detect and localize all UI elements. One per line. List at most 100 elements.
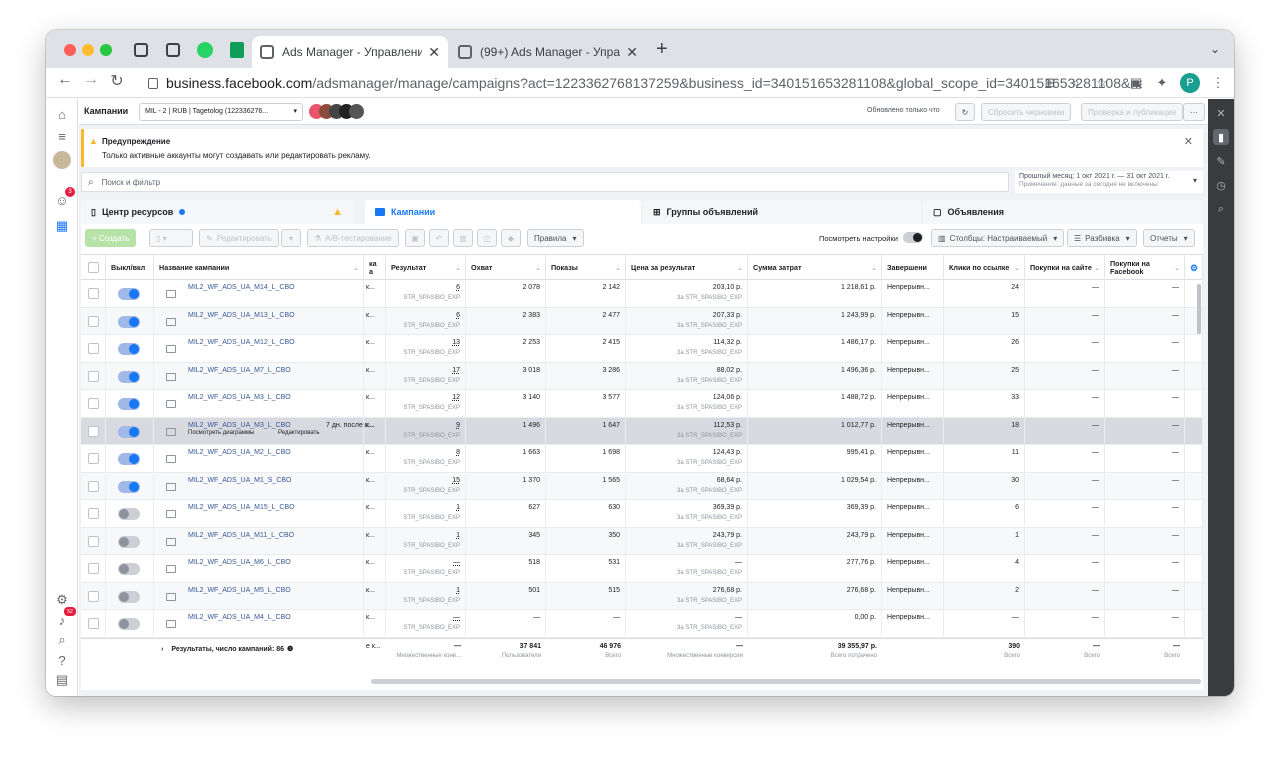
on-off-toggle[interactable] bbox=[118, 480, 140, 493]
column-header-delivery[interactable]: ка а bbox=[364, 255, 386, 281]
pinned-tab-sheets[interactable] bbox=[226, 39, 248, 61]
tab-search-chevron-icon[interactable]: ⌄ bbox=[1210, 42, 1220, 56]
campaign-name-link[interactable]: MIL2_WF_ADS_UA_M5_L_CBO bbox=[188, 587, 291, 594]
create-button[interactable]: + Создать bbox=[85, 229, 137, 247]
more-button[interactable]: ··· bbox=[1183, 103, 1205, 121]
column-header-name[interactable]: Название кампании ⌄ bbox=[154, 255, 364, 281]
edit-link[interactable]: Редактировать bbox=[278, 430, 319, 436]
browser-menu-icon[interactable]: ⋮ bbox=[1210, 75, 1226, 91]
result-value[interactable]: 9 bbox=[456, 422, 460, 429]
breakdown-button[interactable]: ☰ Разбивка ▾ bbox=[1067, 229, 1137, 247]
table-row[interactable]: MIL2_WF_ADS_UA_M7_L_CBO к... 17 STR_SPASIBO… bbox=[81, 362, 1203, 390]
result-value[interactable]: 15 bbox=[452, 477, 460, 484]
rules-button[interactable]: Правила ▾ bbox=[527, 229, 584, 247]
column-header-spend[interactable]: Сумма затрат ⌄ bbox=[748, 255, 882, 281]
view-charts-link[interactable]: Посмотреть диаграммы bbox=[188, 430, 254, 436]
row-checkbox[interactable] bbox=[88, 618, 99, 629]
account-selector[interactable]: MIL - 2 | RUB | Tagetolog (122336276... ▾ bbox=[139, 103, 303, 121]
row-checkbox[interactable] bbox=[88, 398, 99, 409]
refresh-button[interactable]: ↻ bbox=[955, 103, 975, 121]
help-icon[interactable]: ? bbox=[53, 651, 71, 669]
table-row[interactable]: MIL2_WF_ADS_UA_M6_L_CBO к... — STR_SPASIBO_… bbox=[81, 555, 1203, 583]
delete-button[interactable]: ▥ bbox=[453, 229, 473, 247]
table-row[interactable]: MIL2_WF_ADS_UA_M11_L_CBO к... 1 STR_SPASIBO… bbox=[81, 527, 1203, 555]
table-row[interactable]: MIL2_WF_ADS_UA_M3_L_CBO Посмотреть диагра… bbox=[81, 417, 1203, 445]
row-checkbox[interactable] bbox=[88, 370, 99, 382]
column-header-reach[interactable]: Охват ⌄ bbox=[466, 255, 546, 281]
columns-button[interactable]: ▥ Столбцы: Настраиваемый ▾ bbox=[931, 229, 1065, 247]
campaign-name-link[interactable]: MIL2_WF_ADS_UA_M4_L_CBO bbox=[188, 614, 291, 621]
on-off-toggle[interactable] bbox=[118, 398, 140, 410]
row-checkbox[interactable] bbox=[88, 508, 99, 519]
select-all-checkbox[interactable] bbox=[88, 262, 99, 273]
on-off-toggle[interactable] bbox=[118, 563, 140, 575]
search-icon[interactable]: ⌕ bbox=[1213, 201, 1229, 217]
close-tab-icon[interactable]: ✕ bbox=[428, 44, 440, 61]
row-checkbox[interactable] bbox=[88, 288, 99, 299]
column-header-fb_purchases[interactable]: Покупки на Facebook ⌄ bbox=[1105, 255, 1185, 281]
campaign-name-link[interactable]: MIL2_WF_ADS_UA_M3_L_CBO bbox=[188, 422, 291, 429]
table-row[interactable]: MIL2_WF_ADS_UA_M15_L_CBO к... 1 STR_SPASIBO… bbox=[81, 500, 1203, 528]
result-value[interactable]: 12 bbox=[452, 394, 460, 401]
bookmark-star-icon[interactable]: ☆ bbox=[1094, 75, 1110, 91]
reload-button[interactable]: ↻ bbox=[106, 71, 128, 91]
tab-adsets[interactable]: ⊞ Группы объявлений bbox=[643, 200, 921, 224]
table-row[interactable]: MIL2_WF_ADS_UA_M14_L_CBO к... 6 STR_SPASIBO… bbox=[81, 280, 1203, 308]
maximize-window-button[interactable] bbox=[100, 44, 112, 56]
date-range-picker[interactable]: Прошлый месяц: 1 окт 2021 г. — 31 окт 20… bbox=[1015, 171, 1203, 193]
campaign-name-link[interactable]: MIL2_WF_ADS_UA_M3_L_CBO bbox=[188, 394, 291, 401]
back-button[interactable]: ← bbox=[54, 71, 76, 89]
on-off-toggle[interactable] bbox=[118, 453, 140, 465]
tag-button[interactable]: ◆ bbox=[501, 229, 521, 247]
discard-drafts-button[interactable]: Сбросить черновики bbox=[981, 103, 1072, 121]
tab-campaigns[interactable]: Кампании bbox=[365, 200, 641, 224]
campaign-name-link[interactable]: MIL2_WF_ADS_UA_M6_L_CBO bbox=[188, 559, 291, 566]
history-clock-icon[interactable]: ◷ bbox=[1213, 177, 1229, 193]
close-tab-icon[interactable]: ✕ bbox=[626, 44, 638, 61]
settings-gear-icon[interactable]: ⚙ bbox=[1190, 264, 1198, 273]
table-row[interactable]: MIL2_WF_ADS_UA_M13_L_CBO к... 6 STR_SPASIBO… bbox=[81, 307, 1203, 335]
close-icon[interactable]: ✕ bbox=[1213, 105, 1229, 121]
extension-icon[interactable]: ▣ bbox=[1128, 75, 1144, 91]
column-header-ends[interactable]: Завершени bbox=[882, 255, 944, 281]
translate-icon[interactable]: ⊞ bbox=[1042, 75, 1058, 91]
address-bar[interactable]: business.facebook.com/adsmanager/manage/… bbox=[142, 70, 1142, 96]
reports-button[interactable]: Отчеты ▾ bbox=[1143, 229, 1195, 247]
on-off-toggle[interactable] bbox=[118, 508, 140, 520]
on-off-toggle[interactable] bbox=[118, 315, 140, 328]
puzzle-icon[interactable]: ✦ bbox=[1154, 75, 1170, 91]
table-row[interactable]: MIL2_WF_ADS_UA_M2_L_CBO к... 8 STR_SPASIBO_… bbox=[81, 445, 1203, 473]
pinned-tab-whatsapp[interactable] bbox=[194, 39, 216, 61]
row-checkbox[interactable] bbox=[88, 563, 99, 574]
row-checkbox[interactable] bbox=[88, 425, 99, 437]
edit-button[interactable]: ✎ Редактировать bbox=[199, 229, 279, 247]
zoom-icon[interactable]: ⌕ bbox=[1068, 75, 1084, 91]
tab-ads-manager[interactable]: (99+) Ads Manager - Управле ✕ bbox=[450, 36, 646, 68]
review-publish-button[interactable]: Проверка и публикация bbox=[1081, 103, 1184, 121]
table-row[interactable]: MIL2_WF_ADS_UA_M1_S_CBO к... 15 STR_SPASIBO… bbox=[81, 472, 1203, 500]
row-checkbox[interactable] bbox=[88, 480, 99, 492]
campaign-name-link[interactable]: MIL2_WF_ADS_UA_M1_S_CBO bbox=[188, 477, 291, 484]
search-icon[interactable]: ⌕ bbox=[53, 631, 71, 649]
clients-icon[interactable]: ☺ 3 bbox=[53, 187, 75, 209]
column-header-gear[interactable]: ⚙ bbox=[1185, 255, 1203, 281]
tab-resource-center[interactable]: ▯ Центр ресурсов ▲ bbox=[81, 200, 355, 224]
ab-test-button[interactable]: ⚗ A/B-тестирование bbox=[307, 229, 399, 247]
column-header-check[interactable] bbox=[81, 255, 106, 281]
vertical-scrollbar[interactable] bbox=[1197, 284, 1201, 334]
horizontal-scrollbar[interactable] bbox=[371, 679, 1201, 684]
archive-button[interactable]: ▣ bbox=[405, 229, 425, 247]
campaigns-table-icon[interactable]: ▦ bbox=[53, 217, 71, 235]
table-row[interactable]: MIL2_WF_ADS_UA_M4_L_CBO к... — STR_SPASIBO_… bbox=[81, 610, 1203, 638]
close-window-button[interactable] bbox=[64, 44, 76, 56]
on-off-toggle[interactable] bbox=[118, 618, 140, 630]
result-value[interactable]: 1 bbox=[456, 504, 460, 511]
on-off-toggle[interactable] bbox=[118, 370, 140, 383]
duplicate-button[interactable]: ▯ ▾ bbox=[149, 229, 193, 247]
table-row[interactable]: MIL2_WF_ADS_UA_M3_L_CBO к... 12 STR_SPASIBO… bbox=[81, 390, 1203, 418]
column-header-cpr[interactable]: Цена за результат ⌄ bbox=[626, 255, 748, 281]
campaign-name-link[interactable]: MIL2_WF_ADS_UA_M15_L_CBO bbox=[188, 504, 295, 511]
on-off-toggle[interactable] bbox=[118, 288, 140, 300]
avatar[interactable] bbox=[53, 151, 71, 169]
forward-button[interactable]: → bbox=[80, 71, 102, 89]
